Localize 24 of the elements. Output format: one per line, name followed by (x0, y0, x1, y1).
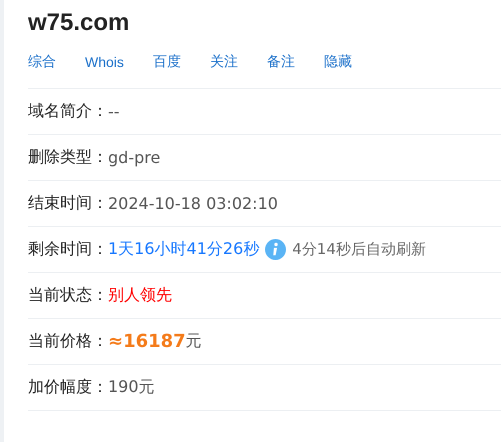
nav-link[interactable]: 综合 (28, 53, 56, 71)
nav-link[interactable]: 备注 (266, 53, 295, 71)
info-icon[interactable] (265, 239, 286, 260)
field-label: 剩余时间： (28, 239, 108, 260)
field-label: 结束时间： (28, 193, 108, 214)
countdown-value: 1天16小时41分26秒 (108, 239, 260, 260)
field-label: 加价幅度： (28, 377, 108, 398)
field-value: 190元 (108, 377, 155, 398)
domain-title: w75.com (28, 8, 130, 38)
field-label: 删除类型： (28, 147, 108, 168)
field-label: 当前状态： (28, 285, 108, 306)
field-label: 域名简介： (28, 101, 108, 122)
refresh-note: 4分14秒后自动刷新 (292, 240, 426, 259)
nav-link[interactable]: 关注 (210, 53, 238, 71)
nav-link[interactable]: 隐藏 (324, 53, 352, 71)
field-label: 当前价格： (28, 331, 108, 352)
nav-link[interactable]: Whois (85, 54, 124, 70)
field-value: -- (108, 102, 120, 121)
field-value: gd-pre (108, 148, 160, 167)
nav-link[interactable]: 百度 (152, 53, 181, 71)
field-value: 2024-10-18 03:02:10 (108, 194, 278, 213)
price-value: ≈16187 (108, 331, 186, 352)
price-unit: 元 (186, 331, 202, 352)
status-value: 别人领先 (108, 285, 172, 306)
